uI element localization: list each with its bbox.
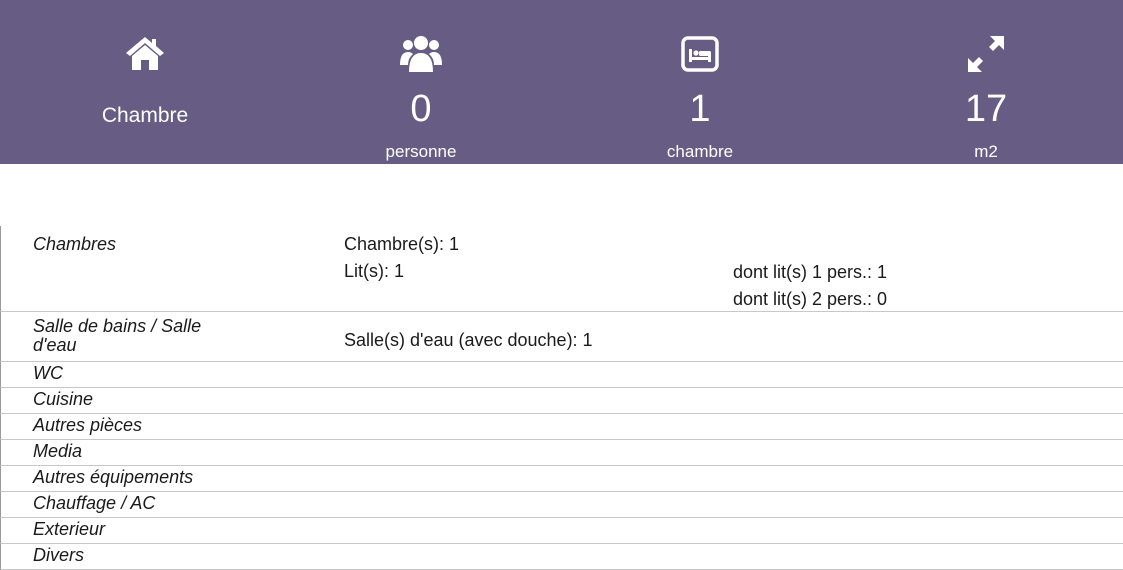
stat-type: Chambre xyxy=(45,0,245,164)
stat-persons: 0 personne xyxy=(321,0,521,164)
bed-icon xyxy=(678,32,722,76)
stat-rooms: 1 chambre xyxy=(600,0,800,164)
rooms-unit: chambre xyxy=(666,142,734,161)
table-row-cuisine: Cuisine xyxy=(0,388,1123,414)
lits-1pers: dont lit(s) 1 pers.: 1 xyxy=(733,262,888,282)
category-label: Salle de bains / Salle d'eau xyxy=(33,316,202,355)
category-label: Exterieur xyxy=(33,519,106,539)
category-label: Autres pièces xyxy=(33,415,143,435)
category-label: WC xyxy=(33,363,63,383)
table-row-exterieur: Exterieur xyxy=(0,518,1123,544)
lits-count: Lit(s): 1 xyxy=(344,261,405,281)
home-icon xyxy=(123,32,167,76)
persons-unit: personne xyxy=(385,142,457,161)
table-row-autres-equipements: Autres équipements xyxy=(0,466,1123,492)
accommodation-type: Chambre xyxy=(101,104,189,127)
table-row-salle-de-bains: Salle de bains / Salle d'eau Salle(s) d'… xyxy=(0,312,1123,362)
summary-header: Chambre 0 personne 1 chambre 17 m2 xyxy=(0,0,1123,164)
table-row-wc: WC xyxy=(0,362,1123,388)
users-icon xyxy=(399,32,443,76)
area-value: 17 xyxy=(964,88,1008,130)
category-label: Cuisine xyxy=(33,389,94,409)
chambres-count: Chambre(s): 1 xyxy=(344,234,460,254)
table-row-divers: Divers xyxy=(0,544,1123,570)
persons-count: 0 xyxy=(410,88,432,130)
table-row-chambres: Chambres Chambre(s): 1 Lit(s): 1 dont li… xyxy=(0,226,1123,312)
table-row-autres-pieces: Autres pièces xyxy=(0,414,1123,440)
area-unit: m2 xyxy=(974,142,998,161)
lits-2pers: dont lit(s) 2 pers.: 0 xyxy=(733,289,888,309)
salle-eau-count: Salle(s) d'eau (avec douche): 1 xyxy=(344,330,593,350)
equipment-table: Chambres Chambre(s): 1 Lit(s): 1 dont li… xyxy=(0,226,1123,570)
category-label: Chambres xyxy=(33,234,117,254)
category-label: Divers xyxy=(33,545,85,565)
expand-icon xyxy=(964,32,1008,76)
category-label: Media xyxy=(33,441,83,461)
table-row-chauffage: Chauffage / AC xyxy=(0,492,1123,518)
category-label: Chauffage / AC xyxy=(33,493,156,513)
category-label: Autres équipements xyxy=(33,467,194,487)
table-row-media: Media xyxy=(0,440,1123,466)
rooms-count: 1 xyxy=(689,88,711,130)
stat-area: 17 m2 xyxy=(886,0,1086,164)
